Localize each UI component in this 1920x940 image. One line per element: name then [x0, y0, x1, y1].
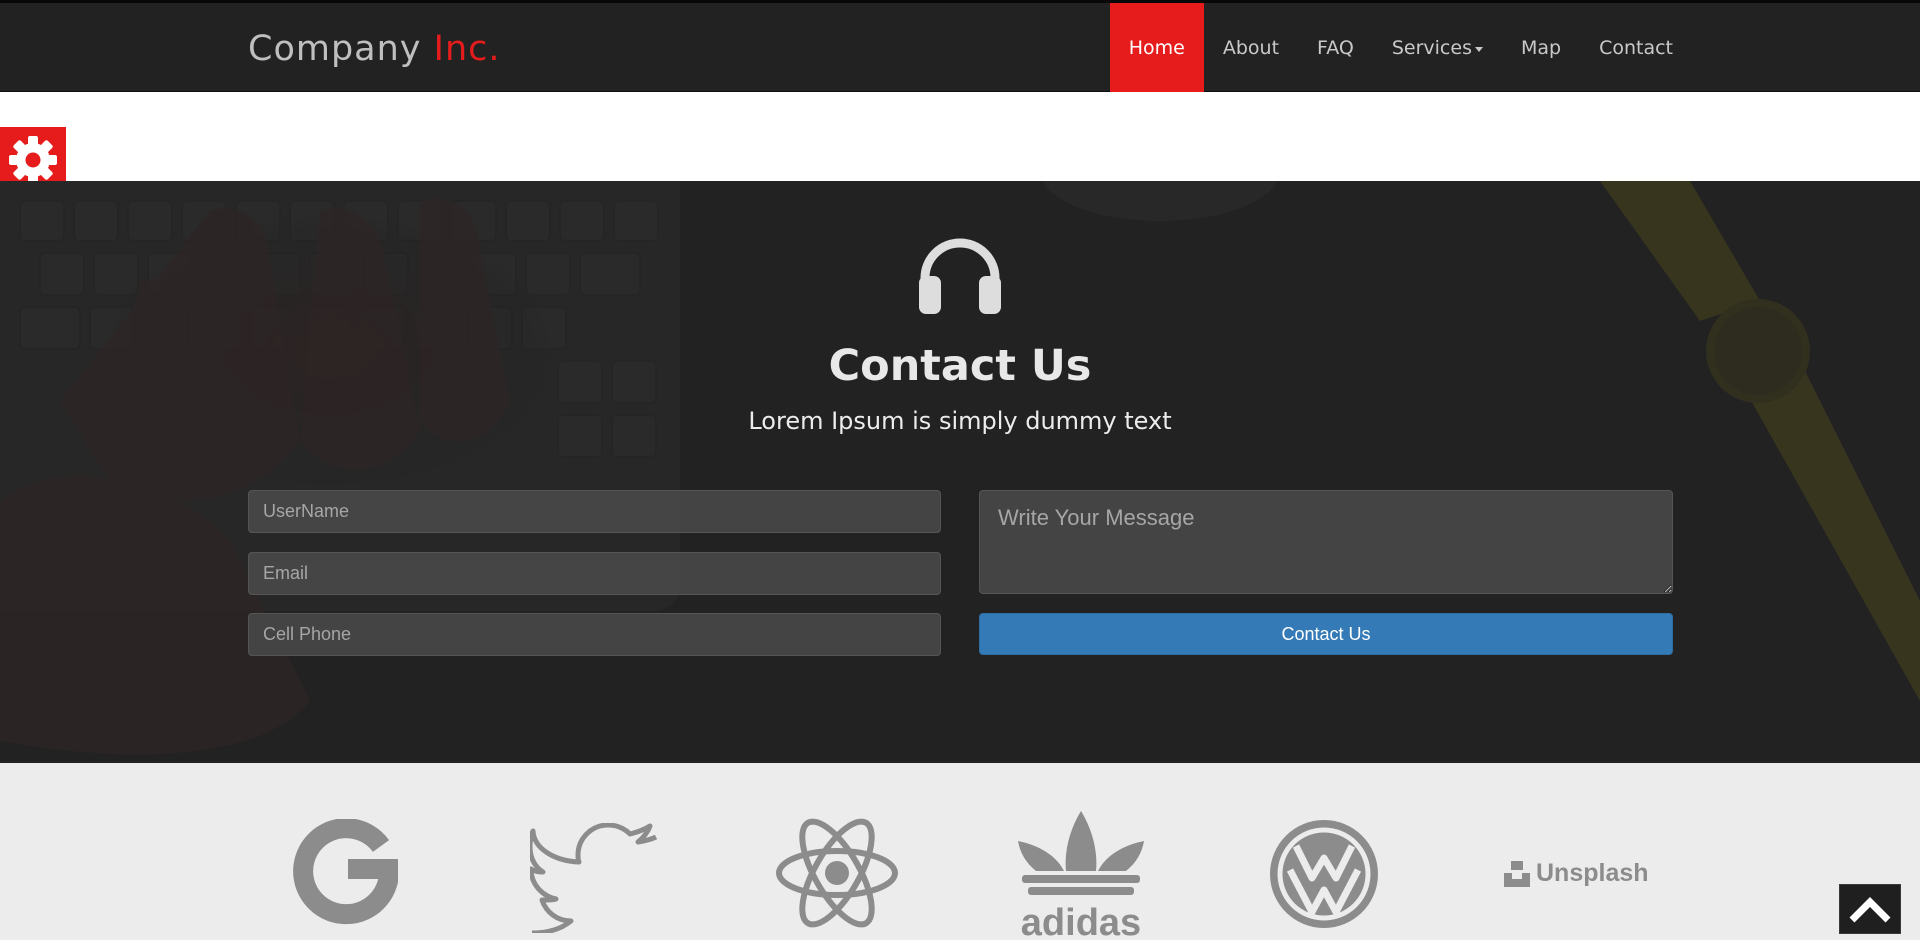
nav-item-contact[interactable]: Contact [1580, 3, 1692, 92]
username-input[interactable] [248, 490, 941, 533]
adidas-logo[interactable]: adidas [1016, 811, 1146, 939]
nav-item-label: Map [1520, 36, 1562, 59]
nav-item-label: FAQ [1317, 36, 1354, 59]
react-logo[interactable] [774, 817, 900, 929]
nav-item-faq[interactable]: FAQ [1298, 3, 1373, 92]
top-navbar: Company Inc. Home About FAQ Services Map… [0, 0, 1920, 92]
contact-section: Contact Us Lorem Ipsum is simply dummy t… [0, 181, 1920, 763]
unsplash-mark-icon [1504, 860, 1530, 887]
phone-input[interactable] [248, 613, 941, 656]
google-logo[interactable] [292, 819, 398, 925]
chevron-up-icon [1849, 897, 1891, 923]
twitter-logo[interactable] [530, 823, 658, 933]
nav-item-label: About [1222, 36, 1280, 59]
back-to-top-button[interactable] [1839, 884, 1901, 934]
gear-icon [9, 136, 57, 184]
caret-down-icon [1474, 47, 1483, 52]
brands-strip: adidas Unsplash [0, 763, 1920, 940]
brand-suffix: Inc. [433, 29, 501, 69]
nav-item-about[interactable]: About [1204, 3, 1298, 92]
brand-logo[interactable]: Company Inc. [248, 29, 501, 69]
unsplash-wordmark: Unsplash [1536, 859, 1649, 887]
main-nav: Home About FAQ Services Map Contact [1109, 3, 1692, 92]
volkswagen-logo[interactable] [1268, 818, 1380, 930]
nav-item-label: Home [1128, 36, 1185, 59]
nav-item-services[interactable]: Services [1373, 3, 1502, 92]
nav-item-label: Services [1391, 36, 1472, 59]
brand-name: Company [248, 29, 422, 69]
contact-submit-button[interactable]: Contact Us [979, 613, 1673, 655]
nav-item-home[interactable]: Home [1109, 3, 1204, 92]
contact-title: Contact Us [828, 341, 1092, 391]
headphones-icon [919, 238, 1001, 314]
nav-item-map[interactable]: Map [1502, 3, 1580, 92]
email-input[interactable] [248, 552, 941, 595]
unsplash-logo[interactable]: Unsplash [1504, 859, 1649, 888]
message-textarea[interactable] [979, 490, 1673, 594]
contact-subtitle: Lorem Ipsum is simply dummy text [748, 407, 1172, 435]
nav-item-label: Contact [1599, 36, 1673, 59]
adidas-wordmark: adidas [1021, 902, 1141, 939]
